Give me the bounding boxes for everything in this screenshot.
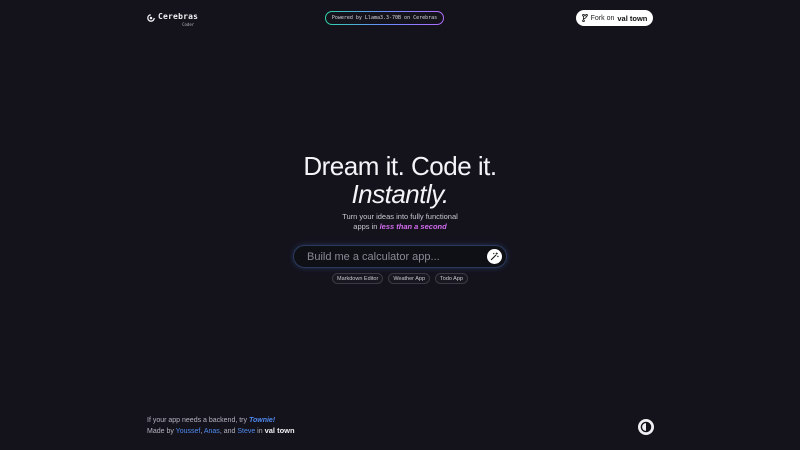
- author-link-anas[interactable]: Anas: [204, 428, 220, 435]
- prompt-input[interactable]: [294, 246, 487, 267]
- suggestion-chips: Markdown Editor Weather App Todo App: [0, 273, 800, 284]
- generate-button[interactable]: [487, 249, 502, 264]
- suggestion-chip-todo-app[interactable]: Todo App: [435, 273, 468, 284]
- made-by-text: Made by: [147, 428, 176, 435]
- contrast-icon: [640, 421, 652, 433]
- footer-backend-text: If your app needs a backend, try: [147, 417, 249, 424]
- author-link-steve[interactable]: Steve: [237, 428, 255, 435]
- author-link-youssef[interactable]: Youssef: [176, 428, 201, 435]
- cerebras-logo[interactable]: Cerebras Coder: [147, 12, 198, 27]
- val-town-link[interactable]: val town: [265, 426, 295, 435]
- in-text: in: [255, 428, 265, 435]
- powered-by-text: Powered by Llama3.3-70B on Cerebras: [331, 15, 438, 21]
- suggestion-chip-markdown-editor[interactable]: Markdown Editor: [332, 273, 384, 284]
- prompt-box: [293, 245, 507, 268]
- git-fork-icon: [581, 14, 588, 22]
- subtitle-prefix: apps in: [353, 222, 380, 231]
- fork-on-val-town-button[interactable]: Fork on val town: [576, 10, 653, 26]
- footer-credits-line: Made by Youssef, Anas, and Steve in val …: [147, 426, 295, 437]
- hero-line-2: Instantly.: [351, 179, 449, 209]
- cerebras-logo-icon: [147, 14, 155, 22]
- subtitle-accent: less than a second: [379, 222, 447, 231]
- fork-label: Fork on: [590, 14, 615, 22]
- hero-line-1: Dream it. Code it.: [303, 151, 497, 181]
- powered-by-badge: Powered by Llama3.3-70B on Cerebras: [325, 11, 444, 25]
- hero-heading: Dream it. Code it. Instantly.: [0, 152, 800, 208]
- suggestion-chip-weather-app[interactable]: Weather App: [388, 273, 431, 284]
- subtitle-line-1: Turn your ideas into fully functional: [342, 212, 458, 221]
- val-town-brand: val town: [617, 13, 648, 23]
- separator: , and: [219, 428, 238, 435]
- logo-subtitle: Coder: [182, 22, 195, 27]
- theme-toggle-button[interactable]: [638, 419, 654, 435]
- townie-link[interactable]: Townie!: [249, 417, 275, 424]
- logo-name: Cerebras: [158, 12, 199, 21]
- footer: If your app needs a backend, try Townie!…: [147, 416, 295, 437]
- footer-backend-line: If your app needs a backend, try Townie!: [147, 416, 295, 426]
- hero-subtitle: Turn your ideas into fully functional ap…: [0, 212, 800, 232]
- magic-wand-icon: [490, 252, 499, 261]
- subtitle-line-2: apps in less than a second: [0, 222, 800, 232]
